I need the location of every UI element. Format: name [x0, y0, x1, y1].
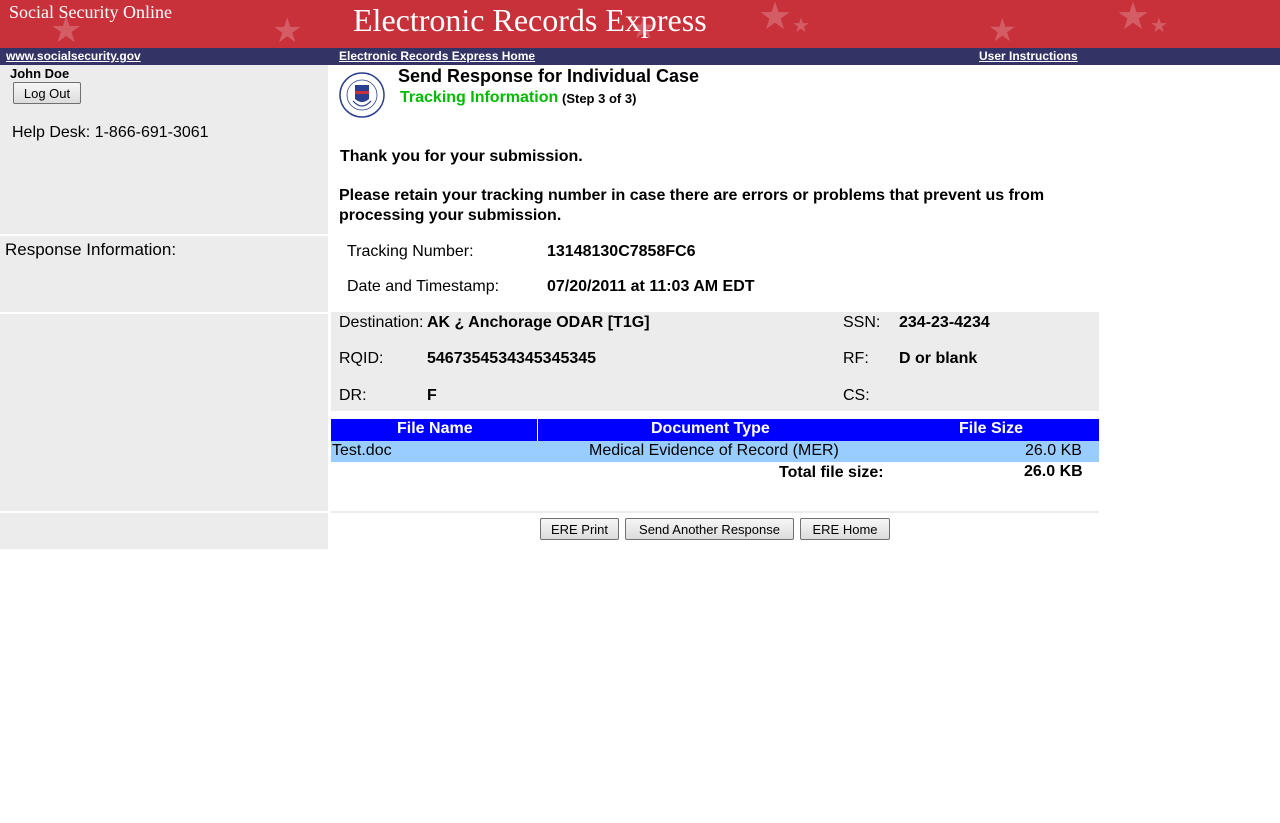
- nav-bar: www.socialsecurity.gov Electronic Record…: [0, 48, 1280, 65]
- file-table-header: File Name Document Type File Size: [331, 419, 1099, 441]
- response-info-label: Response Information:: [5, 240, 177, 259]
- ere-home-button[interactable]: ERE Home: [800, 518, 890, 540]
- thank-you-message: Thank you for your submission.: [340, 148, 583, 165]
- page-title: Send Response for Individual Case: [398, 66, 700, 86]
- column-divider: [537, 419, 538, 441]
- total-file-size-value: 26.0 KB: [1024, 463, 1083, 480]
- destination-value: AK ¿ Anchorage ODAR [T1G]: [427, 314, 650, 331]
- retain-message-line2: processing your submission.: [339, 207, 562, 224]
- star-decoration-icon: ★: [1116, 0, 1151, 38]
- column-header-file-size: File Size: [959, 420, 1024, 437]
- rqid-value: 5467354534345345345: [427, 350, 597, 367]
- step-title: Tracking Information: [400, 89, 559, 106]
- ssn-label: SSN:: [843, 314, 881, 331]
- star-decoration-icon: ★: [988, 12, 1017, 48]
- column-header-document-type: Document Type: [651, 420, 770, 437]
- tracking-number-label: Tracking Number:: [347, 243, 474, 260]
- tracking-number-value: 13148130C7858FC6: [547, 243, 696, 260]
- star-decoration-icon: ★: [758, 0, 793, 38]
- site-name: Social Security Online: [9, 2, 172, 22]
- ere-home-link[interactable]: Electronic Records Express Home: [339, 49, 535, 63]
- sidebar-spacer-panel: [0, 314, 328, 511]
- divider: [331, 511, 1099, 513]
- table-row: Test.doc Medical Evidence of Record (MER…: [331, 441, 1099, 462]
- ere-print-button[interactable]: ERE Print: [540, 518, 619, 540]
- total-file-size-label: Total file size:: [779, 464, 884, 481]
- timestamp-label: Date and Timestamp:: [347, 278, 500, 295]
- file-name-cell: Test.doc: [332, 442, 392, 459]
- cs-label: CS:: [843, 387, 870, 404]
- star-decoration-icon: ★: [272, 12, 303, 48]
- user-name: John Doe: [10, 66, 70, 81]
- column-header-file-name: File Name: [397, 420, 473, 437]
- dr-value: F: [427, 387, 437, 404]
- send-another-response-button[interactable]: Send Another Response: [625, 518, 794, 540]
- rf-label: RF:: [843, 350, 869, 367]
- rf-value: D or blank: [899, 350, 978, 367]
- ssa-seal-icon: [338, 71, 386, 119]
- step-count: (Step 3 of 3): [562, 91, 637, 106]
- star-decoration-icon: ★: [792, 15, 810, 37]
- document-type-cell: Medical Evidence of Record (MER): [589, 442, 839, 459]
- rqid-label: RQID:: [339, 350, 384, 367]
- timestamp-value: 07/20/2011 at 11:03 AM EDT: [547, 278, 755, 295]
- sidebar-footer-panel: [0, 513, 328, 549]
- file-size-cell: 26.0 KB: [1025, 442, 1082, 459]
- sidebar-response-panel: Response Information:: [0, 236, 328, 312]
- retain-message-line1: Please retain your tracking number in ca…: [339, 187, 1045, 204]
- user-instructions-link[interactable]: User Instructions: [979, 49, 1078, 63]
- dr-label: DR:: [339, 387, 367, 404]
- star-decoration-icon: ★: [1150, 15, 1168, 37]
- header-banner: ★ ★ ★ ★ ★ ★ ★ ★ Social Security Online E…: [0, 0, 1280, 48]
- logout-button[interactable]: Log Out: [13, 82, 81, 104]
- ssa-link[interactable]: www.socialsecurity.gov: [6, 49, 141, 63]
- app-title: Electronic Records Express: [353, 2, 707, 38]
- ssn-value: 234-23-4234: [899, 314, 990, 331]
- destination-label: Destination:: [339, 314, 424, 331]
- sidebar-user-panel: John Doe Log Out Help Desk: 1-866-691-30…: [0, 65, 328, 234]
- help-desk-text: Help Desk: 1-866-691-3061: [12, 124, 209, 141]
